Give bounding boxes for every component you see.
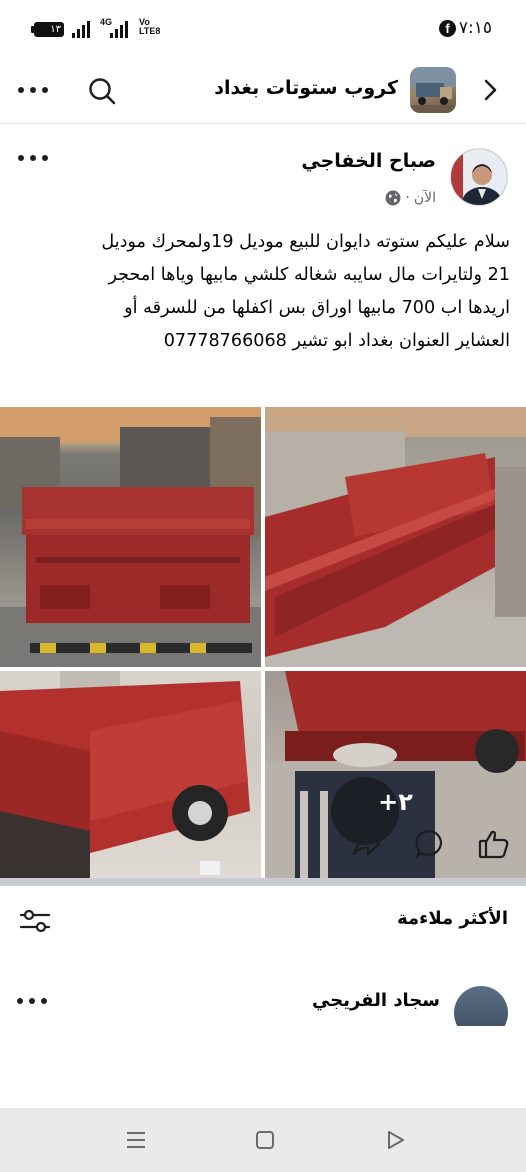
sliders-icon[interactable] bbox=[18, 906, 52, 936]
post-time[interactable]: الآن bbox=[414, 190, 436, 206]
signal-icon-2 bbox=[110, 20, 128, 38]
post-header: صباح الخفاجي الآن · bbox=[0, 124, 526, 218]
search-icon[interactable] bbox=[86, 75, 118, 107]
post-photo-2[interactable] bbox=[265, 407, 526, 667]
signal-icon bbox=[72, 20, 90, 38]
share-icon[interactable] bbox=[348, 826, 384, 862]
post-photo-1[interactable] bbox=[0, 407, 261, 667]
like-icon[interactable] bbox=[476, 826, 512, 862]
post-meta: الآن · bbox=[385, 190, 436, 206]
comment-options-icon[interactable] bbox=[16, 992, 48, 1010]
group-name[interactable]: كروب ستوتات بغداد bbox=[214, 77, 398, 99]
globe-icon bbox=[385, 190, 401, 206]
post: صباح الخفاجي الآن · سلام عليكم ستوته داي… bbox=[0, 124, 526, 933]
author-avatar[interactable] bbox=[450, 148, 508, 206]
post-text-line: سلام عليكم ستوته دايوان للبيع موديل 19ول… bbox=[101, 232, 510, 252]
meta-separator: · bbox=[405, 190, 410, 206]
facebook-notification-icon: f bbox=[439, 20, 456, 37]
home-icon[interactable] bbox=[251, 1126, 279, 1154]
post-actions bbox=[0, 826, 526, 872]
post-text-line: اريدها اب 700 مابيها اوراق بس اكفلها من … bbox=[124, 298, 510, 318]
comments-sort-bar: الأكثر ملاءمة bbox=[0, 886, 526, 956]
status-time: ٧:١٥ bbox=[458, 18, 492, 38]
comment-icon[interactable] bbox=[412, 826, 448, 862]
chevron-right-icon[interactable] bbox=[476, 76, 504, 104]
author-name[interactable]: صباح الخفاجي bbox=[301, 150, 436, 172]
recent-apps-icon[interactable] bbox=[122, 1126, 150, 1154]
group-cover-thumbnail[interactable] bbox=[410, 67, 456, 113]
more-horizontal-icon[interactable] bbox=[16, 78, 50, 102]
post-text-line: العشاير العنوان بغداد ابو تشير 077787660… bbox=[163, 331, 510, 351]
comment-item: سجاد الفريجي bbox=[0, 956, 526, 1026]
commenter-name[interactable]: سجاد الفريجي bbox=[312, 990, 440, 1011]
post-options-icon[interactable] bbox=[16, 148, 50, 168]
system-navigation-bar bbox=[0, 1108, 526, 1172]
section-divider bbox=[0, 878, 526, 886]
comments-sort-label[interactable]: الأكثر ملاءمة bbox=[397, 908, 508, 929]
commenter-avatar[interactable] bbox=[454, 986, 508, 1026]
back-icon[interactable] bbox=[381, 1126, 409, 1154]
group-header: كروب ستوتات بغداد bbox=[0, 58, 526, 124]
post-text: سلام عليكم ستوته دايوان للبيع موديل 19ول… bbox=[14, 226, 510, 358]
status-bar: ٧:١٥ f ١٣ 4G Vo LTE8 bbox=[0, 0, 526, 58]
post-text-line: 21 ولتايرات مال سايبه شغاله كلشي مابيها … bbox=[108, 265, 510, 285]
battery-icon: ١٣ bbox=[31, 22, 64, 37]
volte-label: Vo LTE8 bbox=[139, 17, 161, 36]
